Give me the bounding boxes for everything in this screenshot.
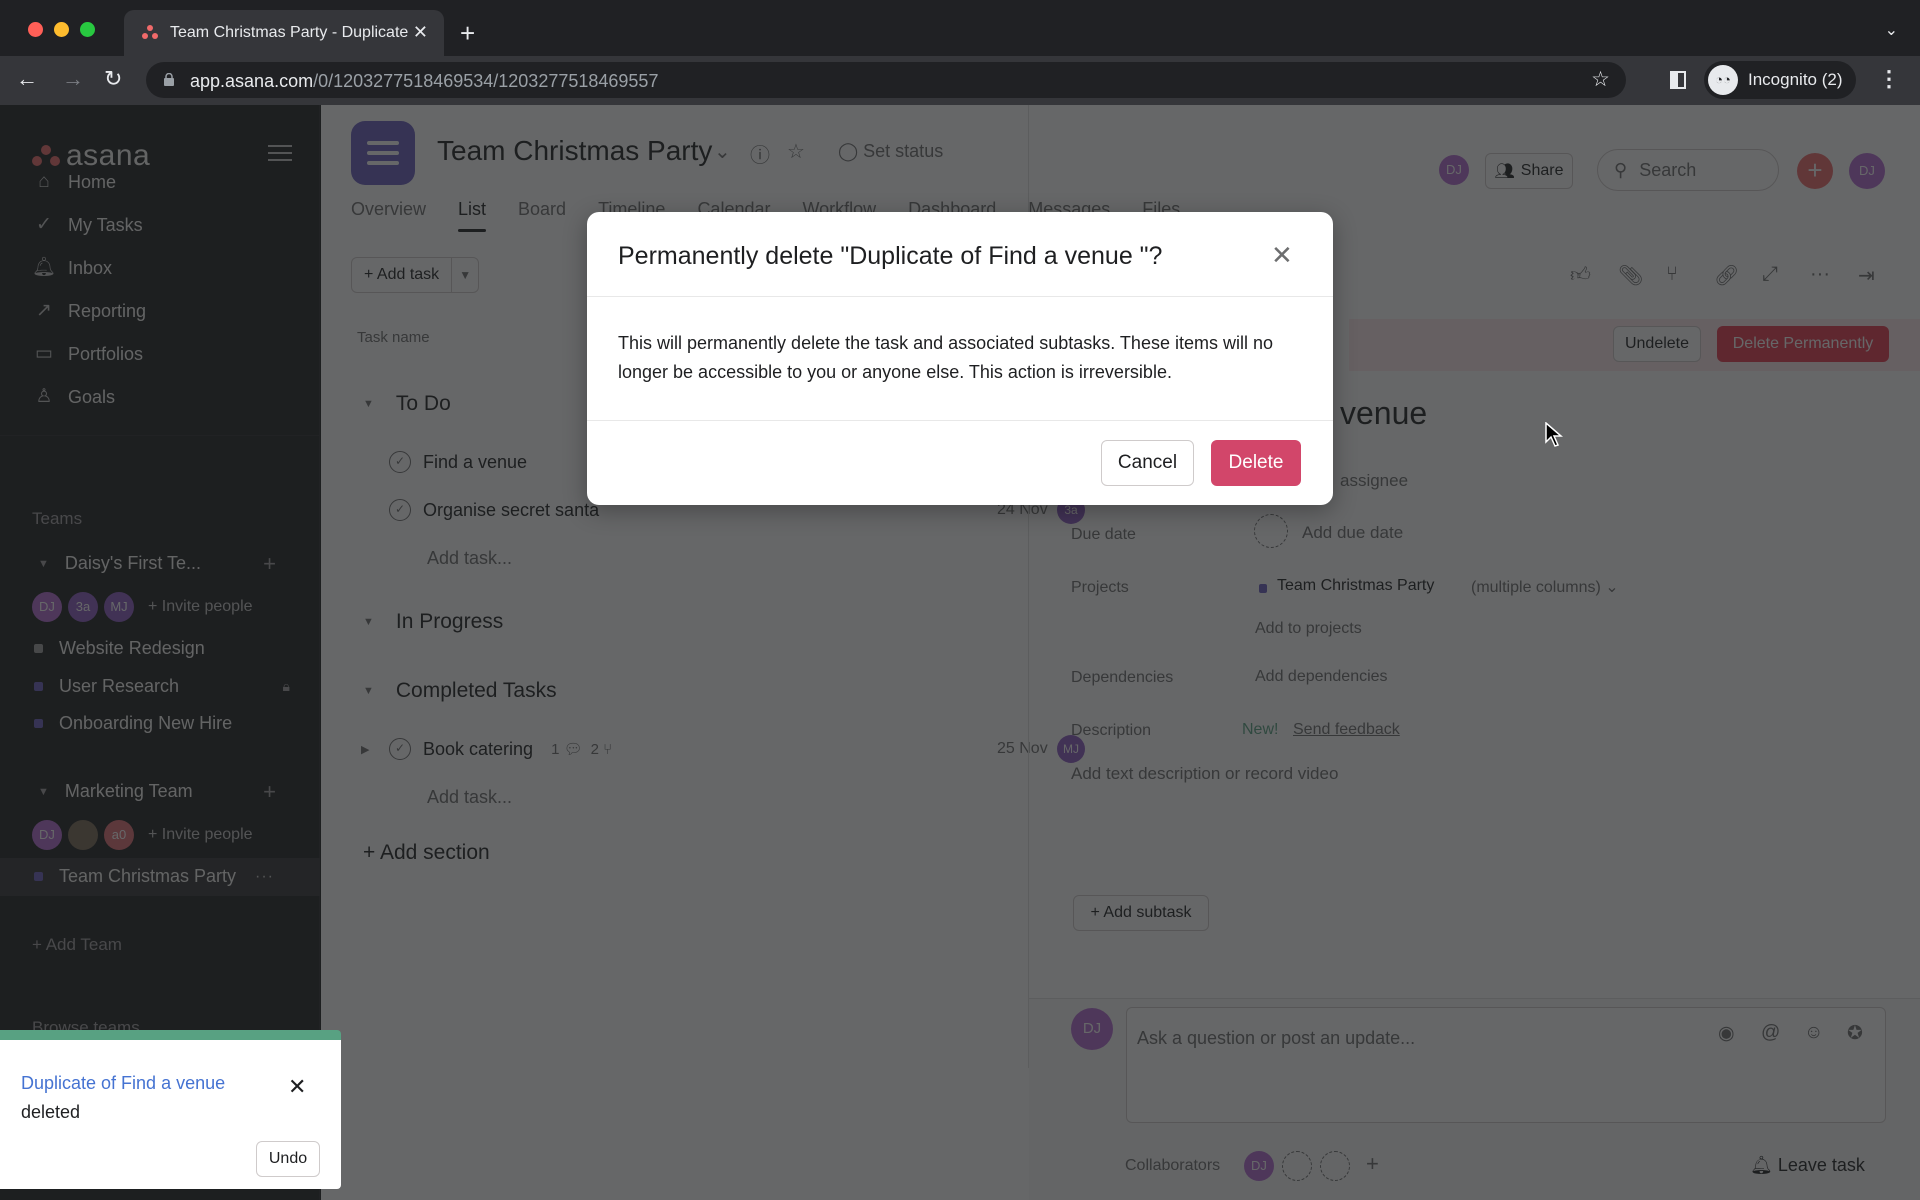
browser-chrome: Team Christmas Party - Duplicate of Find… [0,0,1920,105]
toast-message: deleted [21,1102,81,1122]
dialog-message: This will permanently delete the task an… [618,333,1273,382]
new-tab-button[interactable]: + [460,18,475,49]
divider [587,420,1333,421]
reload-icon[interactable]: ↻ [104,66,122,92]
deleted-toast: Duplicate of Find a venue deleted ✕ Undo [0,1030,341,1189]
lock-icon [164,72,174,86]
tab-title: Team Christmas Party - Duplicate of Find… [170,24,410,41]
minimize-window-button[interactable] [54,22,69,37]
side-panel-icon[interactable] [1670,71,1686,89]
browser-menu-icon[interactable]: ⋮ [1878,66,1900,92]
close-tab-icon[interactable]: ✕ [413,22,428,43]
back-arrow-icon[interactable]: ← [16,66,38,92]
dialog-title: Permanently delete "Duplicate of Find a … [618,242,1163,270]
incognito-profile-button[interactable]: ◔◔ Incognito (2) [1704,61,1856,99]
profile-label: Incognito (2) [1748,70,1843,89]
browser-toolbar: ← → ↻ app.asana.com/0/1203277518469534/1… [0,56,1920,105]
bookmark-star-icon[interactable]: ☆ [1591,67,1610,92]
maximize-window-button[interactable] [80,22,95,37]
incognito-icon: ◔◔ [1708,65,1738,95]
divider [587,296,1333,297]
mouse-cursor-icon [1545,422,1563,447]
delete-button[interactable]: Delete [1211,440,1301,486]
forward-arrow-icon[interactable]: → [62,66,84,92]
url-text: app.asana.com/0/1203277518469534/1203277… [190,71,659,91]
close-toast-icon[interactable]: ✕ [288,1074,306,1100]
close-window-button[interactable] [28,22,43,37]
tab-search-chevron-icon[interactable]: ⌄ [1885,20,1898,40]
close-dialog-icon[interactable]: ✕ [1271,240,1293,271]
asana-favicon-icon [142,25,158,41]
deleted-task-link[interactable]: Duplicate of Find a venue [21,1073,225,1094]
undo-button[interactable]: Undo [256,1141,320,1177]
permanent-delete-dialog: Permanently delete "Duplicate of Find a … [587,212,1333,505]
browser-tab[interactable]: Team Christmas Party - Duplicate of Find… [124,10,444,56]
address-bar[interactable]: app.asana.com/0/1203277518469534/1203277… [146,62,1626,98]
cancel-button[interactable]: Cancel [1101,440,1194,486]
